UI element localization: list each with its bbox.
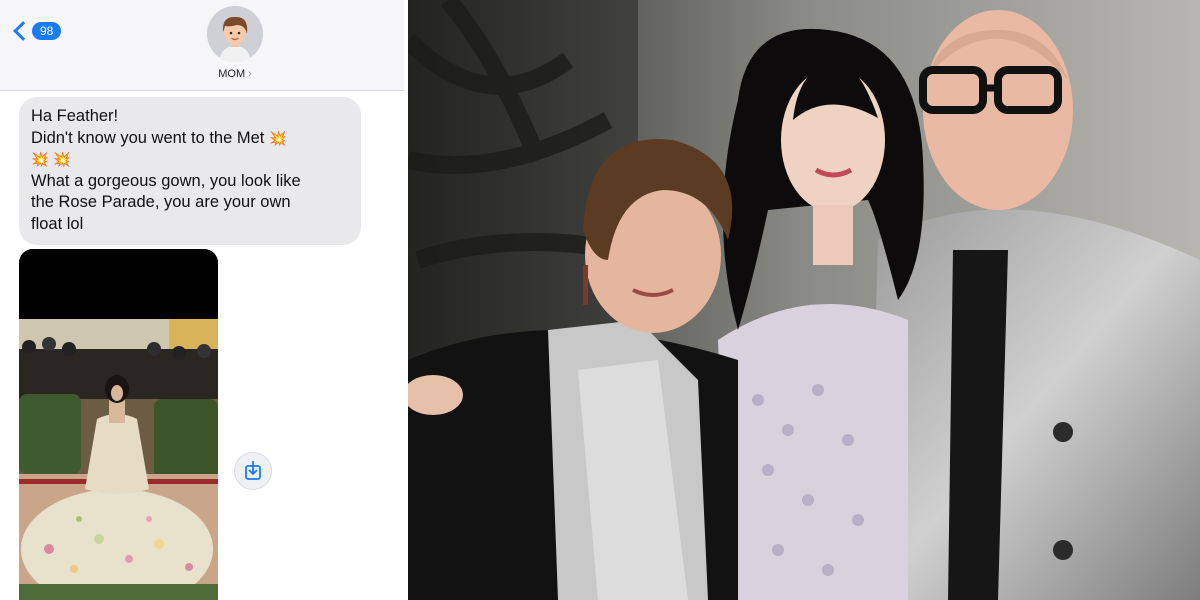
message-thread-panel: 98 MOM › Ha Feather! Didn't know you went… — [0, 0, 404, 600]
back-button[interactable]: 98 — [10, 16, 62, 46]
download-icon — [245, 461, 261, 480]
collision-emoji: 💥 — [31, 151, 49, 167]
received-message-bubble[interactable]: Ha Feather! Didn't know you went to the … — [19, 97, 361, 245]
family-photo — [408, 0, 1200, 600]
message-line: What a gorgeous gown, you look like — [31, 171, 301, 190]
message-line: Ha Feather! — [31, 107, 119, 125]
attached-image[interactable] — [19, 249, 218, 600]
contact-avatar[interactable] — [207, 6, 263, 62]
save-image-button[interactable] — [234, 452, 272, 490]
collision-emoji: 💥 — [53, 151, 71, 167]
message-line: Didn't know you went to the Met 💥 — [31, 128, 287, 147]
contact-name[interactable]: MOM › — [0, 68, 404, 80]
message-line: float lol — [31, 214, 84, 233]
unread-count-badge: 98 — [32, 22, 62, 40]
message-line: 💥 💥 — [31, 149, 349, 171]
conversation-header: 98 MOM › — [0, 0, 404, 91]
chevron-left-icon — [13, 21, 33, 41]
message-line: the Rose Parade, you are your own — [31, 193, 291, 211]
collision-emoji: 💥 — [268, 129, 287, 146]
chevron-right-icon: › — [248, 68, 252, 80]
